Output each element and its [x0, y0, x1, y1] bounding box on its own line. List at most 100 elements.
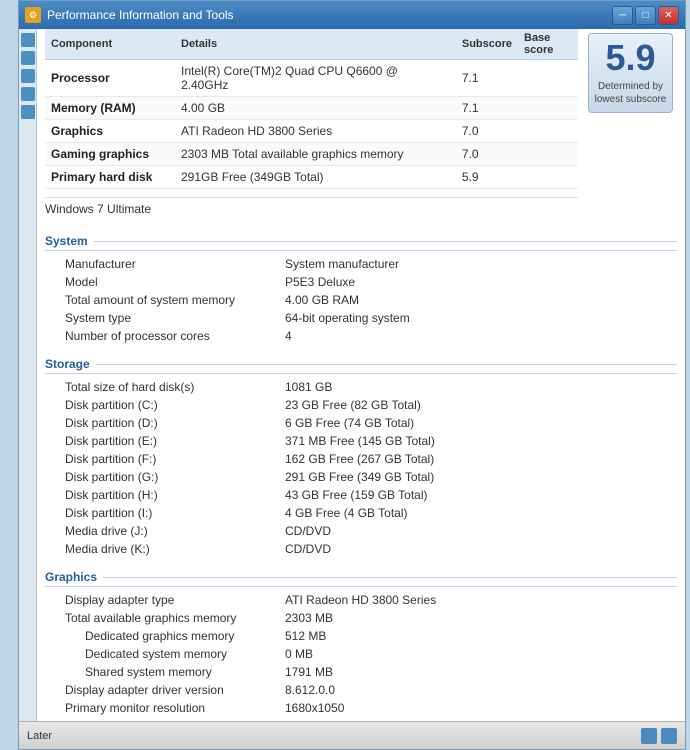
summary-section: Component Details Subscore Base score [37, 29, 685, 228]
detail-value: 8.612.0.0 [265, 681, 677, 699]
detail-value: 1680x1050 [265, 699, 677, 717]
detail-label: Total size of hard disk(s) [45, 378, 265, 396]
storage-section-header: Storage [45, 357, 677, 374]
table-row: Gaming graphics 2303 MB Total available … [45, 143, 578, 166]
maximize-button[interactable]: □ [635, 6, 656, 25]
list-item: Media drive (K:) CD/DVD [45, 540, 677, 558]
sidebar-item-1[interactable] [21, 33, 35, 47]
row-details: 291GB Free (349GB Total) [175, 166, 444, 189]
row-details: ATI Radeon HD 3800 Series [175, 120, 444, 143]
detail-value: 291 GB Free (349 GB Total) [265, 468, 677, 486]
table-row: Processor Intel(R) Core(TM)2 Quad CPU Q6… [45, 60, 578, 97]
detail-label: Media drive (J:) [45, 522, 265, 540]
sidebar-item-2[interactable] [21, 51, 35, 65]
detail-value: 2303 MB [265, 609, 677, 627]
row-subscore: 7.0 [456, 143, 518, 166]
sidebar-item-3[interactable] [21, 69, 35, 83]
list-item: Media drive (J:) CD/DVD [45, 522, 677, 540]
detail-label: Number of processor cores [45, 327, 265, 345]
list-item: Disk partition (D:) 6 GB Free (74 GB Tot… [45, 414, 677, 432]
list-item: Primary monitor resolution 1680x1050 [45, 699, 677, 717]
detail-label: Total available graphics memory [45, 609, 265, 627]
left-sidebar [19, 29, 37, 721]
table-row: Memory (RAM) 4.00 GB 7.1 [45, 97, 578, 120]
detail-value: 0 MB [265, 645, 677, 663]
row-subscore: 7.1 [456, 60, 518, 97]
detail-label: Display adapter type [45, 591, 265, 609]
list-item: Total size of hard disk(s) 1081 GB [45, 378, 677, 396]
row-details: 2303 MB Total available graphics memory [175, 143, 444, 166]
row-score1 [444, 60, 456, 97]
table-row: Primary hard disk 291GB Free (349GB Tota… [45, 166, 578, 189]
row-score1 [444, 166, 456, 189]
row-basescore [518, 97, 578, 120]
storage-detail-table: Total size of hard disk(s) 1081 GB Disk … [45, 378, 677, 558]
row-basescore [518, 120, 578, 143]
storage-section: Storage Total size of hard disk(s) 1081 … [37, 351, 685, 564]
detail-label: Model [45, 273, 265, 291]
detail-label: Media drive (K:) [45, 540, 265, 558]
detail-value: 43 GB Free (159 GB Total) [265, 486, 677, 504]
detail-value: 4 GB Free (4 GB Total) [265, 504, 677, 522]
row-details: 4.00 GB [175, 97, 444, 120]
score-number: 5.9 [605, 40, 655, 76]
col-header-score: Base score [518, 29, 578, 60]
list-item: Display adapter type ATI Radeon HD 3800 … [45, 591, 677, 609]
list-item: Disk partition (H:) 43 GB Free (159 GB T… [45, 486, 677, 504]
detail-value: 4 [265, 327, 677, 345]
list-item: Shared system memory 1791 MB [45, 663, 677, 681]
detail-value: 6 GB Free (74 GB Total) [265, 414, 677, 432]
detail-value: 512 MB [265, 627, 677, 645]
list-item: Total available graphics memory 2303 MB [45, 609, 677, 627]
main-window: ⚙ Performance Information and Tools ─ □ … [18, 0, 686, 750]
title-buttons: ─ □ ✕ [612, 6, 679, 25]
scrollable-content[interactable]: Component Details Subscore Base score [37, 29, 685, 721]
sidebar-item-4[interactable] [21, 87, 35, 101]
detail-label: Shared system memory [45, 663, 265, 681]
detail-label: Disk partition (H:) [45, 486, 265, 504]
row-component: Gaming graphics [45, 143, 175, 166]
detail-label: Disk partition (I:) [45, 504, 265, 522]
title-bar-left: ⚙ Performance Information and Tools [25, 7, 234, 23]
minimize-button[interactable]: ─ [612, 6, 633, 25]
summary-table: Component Details Subscore Base score [45, 29, 578, 189]
detail-value: 64-bit operating system [265, 309, 677, 327]
main-area: Component Details Subscore Base score [37, 29, 685, 721]
list-item: Number of processor cores 4 [45, 327, 677, 345]
graphics-section: Graphics Display adapter type ATI Radeon… [37, 564, 685, 721]
row-details: Intel(R) Core(TM)2 Quad CPU Q6600 @ 2.40… [175, 60, 444, 97]
graphics-detail-table: Display adapter type ATI Radeon HD 3800 … [45, 591, 677, 721]
window-title: Performance Information and Tools [47, 8, 234, 22]
detail-value: System manufacturer [265, 255, 677, 273]
row-subscore: 7.0 [456, 120, 518, 143]
detail-value: 4.00 GB RAM [265, 291, 677, 309]
row-score1 [444, 97, 456, 120]
sidebar-item-5[interactable] [21, 105, 35, 119]
row-score1 [444, 120, 456, 143]
detail-value: 162 GB Free (267 GB Total) [265, 450, 677, 468]
detail-value: 1081 GB [265, 378, 677, 396]
bottom-bar-text: Later [27, 730, 52, 742]
system-section: System Manufacturer System manufacturer … [37, 228, 685, 351]
close-button[interactable]: ✕ [658, 6, 679, 25]
detail-label: Dedicated graphics memory [45, 627, 265, 645]
row-component: Graphics [45, 120, 175, 143]
row-component: Primary hard disk [45, 166, 175, 189]
detail-label: Display adapter driver version [45, 681, 265, 699]
windows-edition: Windows 7 Ultimate [45, 197, 578, 220]
col-header-subscore [444, 29, 456, 60]
col-header-details: Details [175, 29, 444, 60]
row-basescore [518, 143, 578, 166]
row-component: Processor [45, 60, 175, 97]
detail-label: Disk partition (C:) [45, 396, 265, 414]
detail-label: System type [45, 309, 265, 327]
detail-value: 23 GB Free (82 GB Total) [265, 396, 677, 414]
detail-label: Primary monitor resolution [45, 699, 265, 717]
detail-value: ATI Radeon HD 3800 Series [265, 591, 677, 609]
col-header-basescore: Subscore [456, 29, 518, 60]
status-icon-2 [661, 728, 677, 744]
row-basescore [518, 60, 578, 97]
detail-label: Disk partition (E:) [45, 432, 265, 450]
detail-value: 1791 MB [265, 663, 677, 681]
detail-value: P5E3 Deluxe [265, 273, 677, 291]
